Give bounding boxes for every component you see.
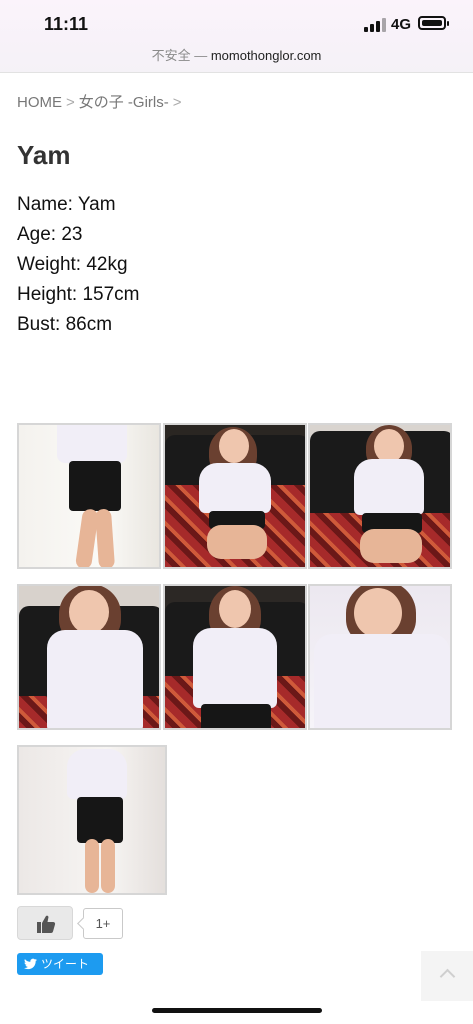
gallery-photo-selfie[interactable] (308, 584, 452, 730)
battery-icon (418, 16, 449, 30)
gallery-photo-closeup-sofa[interactable] (17, 584, 161, 730)
home-indicator[interactable] (152, 1008, 322, 1013)
address-bar[interactable]: 不安全 — momothonglor.com (0, 45, 473, 64)
thumbs-up-icon (37, 915, 56, 933)
scroll-top-button[interactable] (421, 951, 473, 1001)
breadcrumb: HOME > 女の子 -Girls- > (17, 91, 186, 112)
network-type: 4G (391, 16, 412, 33)
gallery-photo-seated-sofa[interactable] (163, 423, 307, 569)
profile-bust: Bust: 86cm (17, 314, 113, 335)
tweet-button[interactable]: ツイート (17, 953, 103, 975)
breadcrumb-girls-link[interactable]: 女の子 -Girls- (79, 94, 169, 111)
gallery-photo-seated-closeup[interactable] (163, 584, 307, 730)
profile-age: Age: 23 (17, 224, 83, 245)
domain-text: momothonglor.com (210, 48, 322, 63)
cell-signal-icon (364, 18, 386, 32)
breadcrumb-home-link[interactable]: HOME (17, 94, 62, 111)
breadcrumb-separator: > (66, 94, 75, 111)
breadcrumb-separator: > (172, 94, 182, 111)
page-title: Yam (17, 140, 71, 170)
status-time: 11:11 (44, 14, 89, 34)
tweet-label: ツイート (41, 957, 90, 971)
profile-name: Name: Yam (17, 194, 116, 215)
gallery-photo-standing[interactable] (17, 423, 161, 569)
profile-info: Name: Yam Age: 23 Weight: 42kg Height: 1… (17, 190, 140, 340)
profile-weight: Weight: 42kg (17, 254, 128, 275)
like-button[interactable] (17, 906, 73, 940)
chevron-up-icon (439, 968, 456, 985)
browser-status-bar: 11:11 4G 不安全 — momothonglor.com (0, 0, 473, 73)
gallery-photo-standing-arms[interactable] (17, 745, 167, 895)
insecure-label: 不安全 — (151, 48, 211, 63)
twitter-bird-icon (24, 958, 37, 970)
gallery-photo-seated-smiling[interactable] (308, 423, 452, 569)
profile-height: Height: 157cm (17, 284, 140, 305)
like-count: 1+ (83, 908, 123, 939)
